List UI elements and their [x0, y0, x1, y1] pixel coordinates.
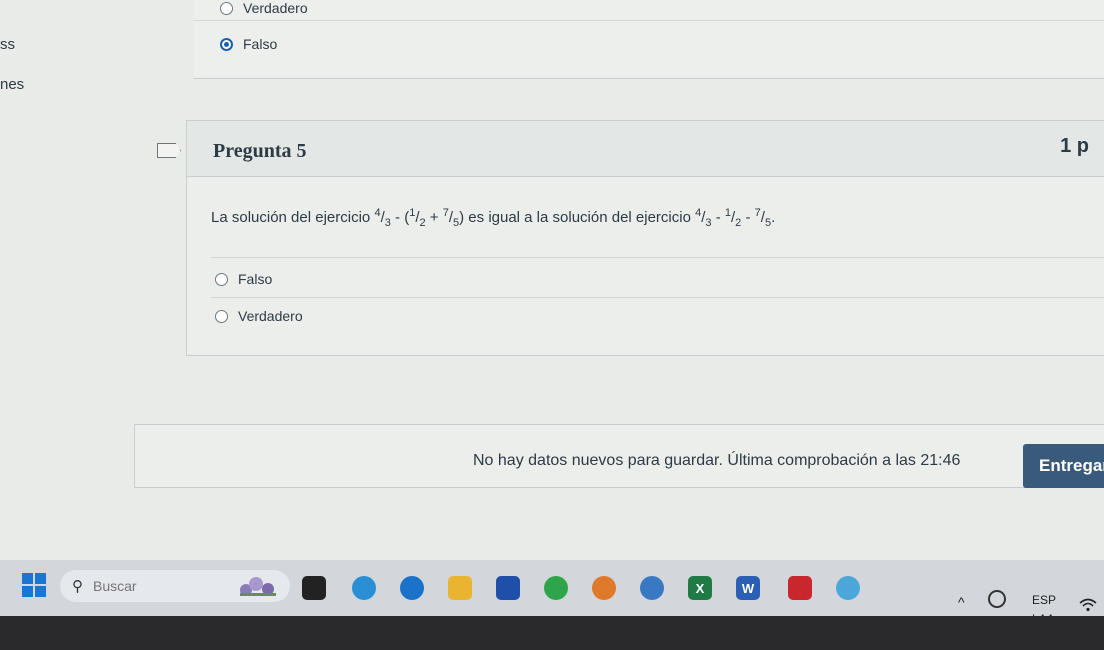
- windows-start-icon[interactable]: [22, 573, 46, 597]
- sidebar-nav-item-fragment[interactable]: ss: [0, 36, 15, 53]
- chrome-profile-icon[interactable]: [640, 576, 664, 600]
- question-text: La solución del ejercicio 4/3 - (1/2 + 7…: [211, 207, 776, 229]
- answer-label: Verdadero: [238, 308, 303, 324]
- excel-icon[interactable]: X: [688, 576, 712, 600]
- fraction-denominator: 2: [735, 217, 742, 229]
- fraction-numerator: 4: [374, 207, 381, 219]
- fraction-denominator: 2: [419, 217, 426, 229]
- answer-option-falso[interactable]: Falso: [220, 36, 277, 52]
- language-indicator[interactable]: ESP: [1032, 593, 1056, 607]
- fraction-denominator: 3: [705, 217, 712, 229]
- question-card: Pregunta 5 1 p La solución del ejercicio…: [186, 120, 1104, 356]
- fraction-numerator: 7: [754, 207, 761, 219]
- radio-button[interactable]: [215, 272, 228, 286]
- fraction-numerator: 1: [409, 207, 416, 219]
- microsoft-store-icon[interactable]: [496, 576, 520, 600]
- wifi-icon[interactable]: [1078, 598, 1098, 612]
- submit-quiz-button[interactable]: Entregar: [1023, 444, 1104, 488]
- copilot-icon[interactable]: [352, 576, 376, 600]
- search-icon: ⚲: [72, 578, 83, 595]
- show-hidden-icons-chevron-icon[interactable]: ^: [958, 594, 965, 610]
- fraction-numerator: 7: [442, 207, 449, 219]
- word-icon[interactable]: W: [736, 576, 760, 600]
- answer-label: Falso: [243, 36, 278, 52]
- answer-label: Verdadero: [243, 0, 308, 16]
- divider: [194, 20, 1104, 21]
- edge-browser-icon[interactable]: [400, 576, 424, 600]
- question-text-part: .: [771, 209, 776, 226]
- question-points: 1 p: [1060, 135, 1089, 157]
- answer-option-verdadero[interactable]: Verdadero: [215, 308, 303, 324]
- firefox-browser-icon[interactable]: [592, 576, 616, 600]
- sidebar-nav-item-fragment[interactable]: nes: [0, 76, 24, 93]
- answer-option-falso[interactable]: Falso: [215, 271, 272, 287]
- divider: [211, 297, 1104, 298]
- refresh-notification-icon[interactable]: [988, 590, 1006, 608]
- radio-button[interactable]: [220, 1, 233, 15]
- answer-label: Falso: [238, 271, 273, 287]
- previous-question-answers: Verdadero Falso: [194, 0, 1104, 79]
- question-title: Pregunta 5: [213, 140, 307, 162]
- search-highlight-icon: [240, 577, 276, 596]
- search-input[interactable]: [91, 577, 235, 595]
- acrobat-reader-icon[interactable]: [788, 576, 812, 600]
- question-text-part: es igual a la solución del ejercicio: [464, 209, 696, 226]
- task-view-icon[interactable]: [302, 576, 326, 600]
- radio-button[interactable]: [215, 309, 228, 323]
- flag-question-icon[interactable]: [157, 143, 181, 158]
- autosave-status: No hay datos nuevos para guardar. Última…: [473, 452, 961, 469]
- file-explorer-icon[interactable]: [448, 576, 472, 600]
- chrome-browser-icon[interactable]: [544, 576, 568, 600]
- quiz-footer: No hay datos nuevos para guardar. Última…: [134, 424, 1104, 488]
- radio-button-selected[interactable]: [220, 37, 233, 51]
- paint-icon[interactable]: [836, 576, 860, 600]
- fraction-numerator: 4: [695, 207, 702, 219]
- fraction-numerator: 1: [724, 207, 731, 219]
- question-text-part: La solución del ejercicio: [211, 209, 375, 226]
- answer-option-verdadero[interactable]: Verdadero: [220, 0, 308, 16]
- screen-bezel: [0, 616, 1104, 650]
- windows-taskbar: ⚲ X W ^ ESP LAA: [0, 560, 1104, 626]
- taskbar-search[interactable]: ⚲: [60, 570, 290, 602]
- fraction-denominator: 3: [384, 217, 391, 229]
- question-header: Pregunta 5 1 p: [187, 121, 1104, 177]
- divider: [211, 257, 1104, 258]
- fraction-denominator: 5: [453, 217, 460, 229]
